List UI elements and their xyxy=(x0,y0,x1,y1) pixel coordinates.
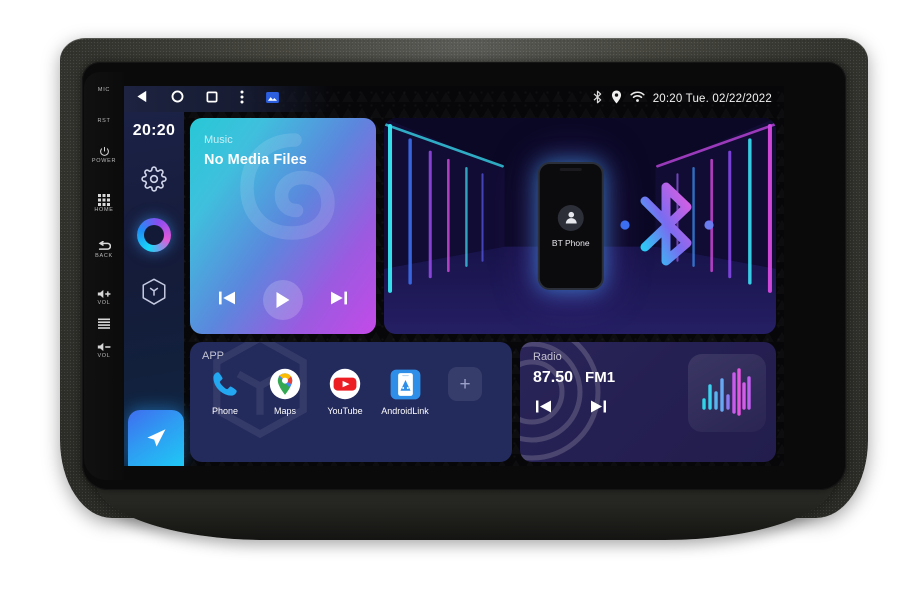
radio-band: FM1 xyxy=(585,369,616,386)
status-datetime: 20:20 Tue. 02/22/2022 xyxy=(652,93,772,105)
recents-icon[interactable] xyxy=(206,90,218,108)
previous-track-button[interactable] xyxy=(218,290,236,311)
music-controls xyxy=(190,280,376,320)
settings-gear-icon[interactable] xyxy=(141,166,167,192)
navigation-arrow-button[interactable] xyxy=(128,410,184,466)
bt-phone-mock: BT Phone xyxy=(537,162,604,290)
app-label-androidlink: AndroidLink xyxy=(381,406,429,416)
play-button[interactable] xyxy=(262,280,303,320)
bluetooth-logo xyxy=(620,182,714,266)
home-icon[interactable] xyxy=(171,90,184,108)
app-item-youtube[interactable]: YouTube xyxy=(322,367,368,416)
app-item-phone[interactable]: Phone xyxy=(202,367,248,416)
next-track-button[interactable] xyxy=(330,290,348,311)
music-card-label: Music xyxy=(204,134,233,146)
music-card-title: No Media Files xyxy=(204,152,307,168)
hw-key-power[interactable]: POWER xyxy=(84,146,124,164)
person-avatar-icon xyxy=(557,204,584,231)
wifi-icon xyxy=(630,90,645,108)
equalizer-icon[interactable] xyxy=(688,354,766,432)
grid-home-icon xyxy=(98,194,110,206)
youtube-icon xyxy=(328,367,362,401)
hw-key-home-label: HOME xyxy=(94,207,114,213)
hw-key-power-label: POWER xyxy=(91,158,117,164)
top-row: Music No Media Files BT Phone xyxy=(190,118,776,334)
radio-seek-down-button[interactable] xyxy=(535,399,552,419)
location-pin-icon xyxy=(611,90,622,109)
bt-phone-label: BT Phone xyxy=(551,237,590,248)
status-bar: 20:20 Tue. 02/22/2022 xyxy=(124,86,784,112)
home-content: Music No Media Files BT Phone APP Phone … xyxy=(184,112,784,466)
screenshot-root: MIC RST POWER HOME BACK VOL VOL 20:20 Tu… xyxy=(0,0,919,613)
hw-key-back-label: BACK xyxy=(95,253,113,259)
androidlink-icon xyxy=(388,367,422,401)
voice-assistant-ring[interactable] xyxy=(137,218,171,252)
google-maps-pin-icon xyxy=(268,367,302,401)
app-label-phone: Phone xyxy=(211,406,239,416)
radio-controls xyxy=(533,399,766,419)
music-card[interactable]: Music No Media Files xyxy=(190,118,376,334)
radio-seek-up-button[interactable] xyxy=(590,399,607,419)
app-card-label: APP xyxy=(202,350,225,362)
status-indicators: 20:20 Tue. 02/22/2022 xyxy=(592,90,776,109)
touchscreen: 20:20 Tue. 02/22/2022 20:20 Music No Med… xyxy=(124,86,784,466)
hw-key-volume-down-label: VOL xyxy=(97,353,111,359)
hw-key-rst-label: RST xyxy=(97,118,111,124)
hw-key-volume-up-label: VOL xyxy=(97,300,111,306)
bt-phone-card[interactable]: BT Phone xyxy=(384,118,776,334)
add-app-button[interactable]: + xyxy=(448,367,482,401)
menu-lines-icon xyxy=(98,318,110,330)
hw-key-mic[interactable]: MIC xyxy=(84,86,124,93)
phone-notch xyxy=(559,168,582,171)
app-label-maps: Maps xyxy=(273,406,296,416)
volume-up-icon xyxy=(97,289,112,299)
hw-key-home[interactable]: HOME xyxy=(84,194,124,213)
radio-card[interactable]: Radio 87.50 FM1 xyxy=(520,342,776,462)
power-icon xyxy=(99,146,110,157)
app-item-maps[interactable]: Maps xyxy=(262,367,308,416)
android-nav-bar xyxy=(124,86,334,112)
left-sidebar: 20:20 xyxy=(124,112,184,466)
app-label-youtube: YouTube xyxy=(327,406,363,416)
radio-frequency-row: 87.50 FM1 xyxy=(533,369,766,387)
hw-key-back[interactable]: BACK xyxy=(84,241,124,259)
hw-key-mic-label: MIC xyxy=(97,87,111,93)
bottom-row: APP Phone Maps YouTube AndroidLink + Rad… xyxy=(190,342,776,462)
screenshot-icon[interactable] xyxy=(266,90,279,108)
bluetooth-icon xyxy=(592,90,603,109)
radio-card-label: Radio xyxy=(533,351,562,363)
hardware-key-strip: MIC RST POWER HOME BACK VOL VOL xyxy=(84,72,124,480)
hw-key-volume-down[interactable]: VOL xyxy=(84,342,124,359)
apps-cube-icon[interactable] xyxy=(141,278,167,306)
phone-handset-icon xyxy=(208,367,242,401)
hw-key-rst[interactable]: RST xyxy=(84,117,124,124)
app-item-add[interactable]: + xyxy=(442,367,488,416)
app-item-androidlink[interactable]: AndroidLink xyxy=(381,367,429,416)
radio-frequency: 87.50 xyxy=(533,369,574,386)
hw-key-volume-up[interactable]: VOL xyxy=(84,289,124,306)
sidebar-clock: 20:20 xyxy=(132,122,176,139)
back-icon[interactable] xyxy=(136,90,149,108)
app-card: APP Phone Maps YouTube AndroidLink + xyxy=(190,342,512,462)
app-list: Phone Maps YouTube AndroidLink + xyxy=(202,367,502,416)
back-arrow-icon xyxy=(97,241,111,252)
overflow-menu-icon[interactable] xyxy=(240,90,244,109)
volume-down-icon xyxy=(97,342,112,352)
hw-key-menu[interactable] xyxy=(84,318,124,330)
